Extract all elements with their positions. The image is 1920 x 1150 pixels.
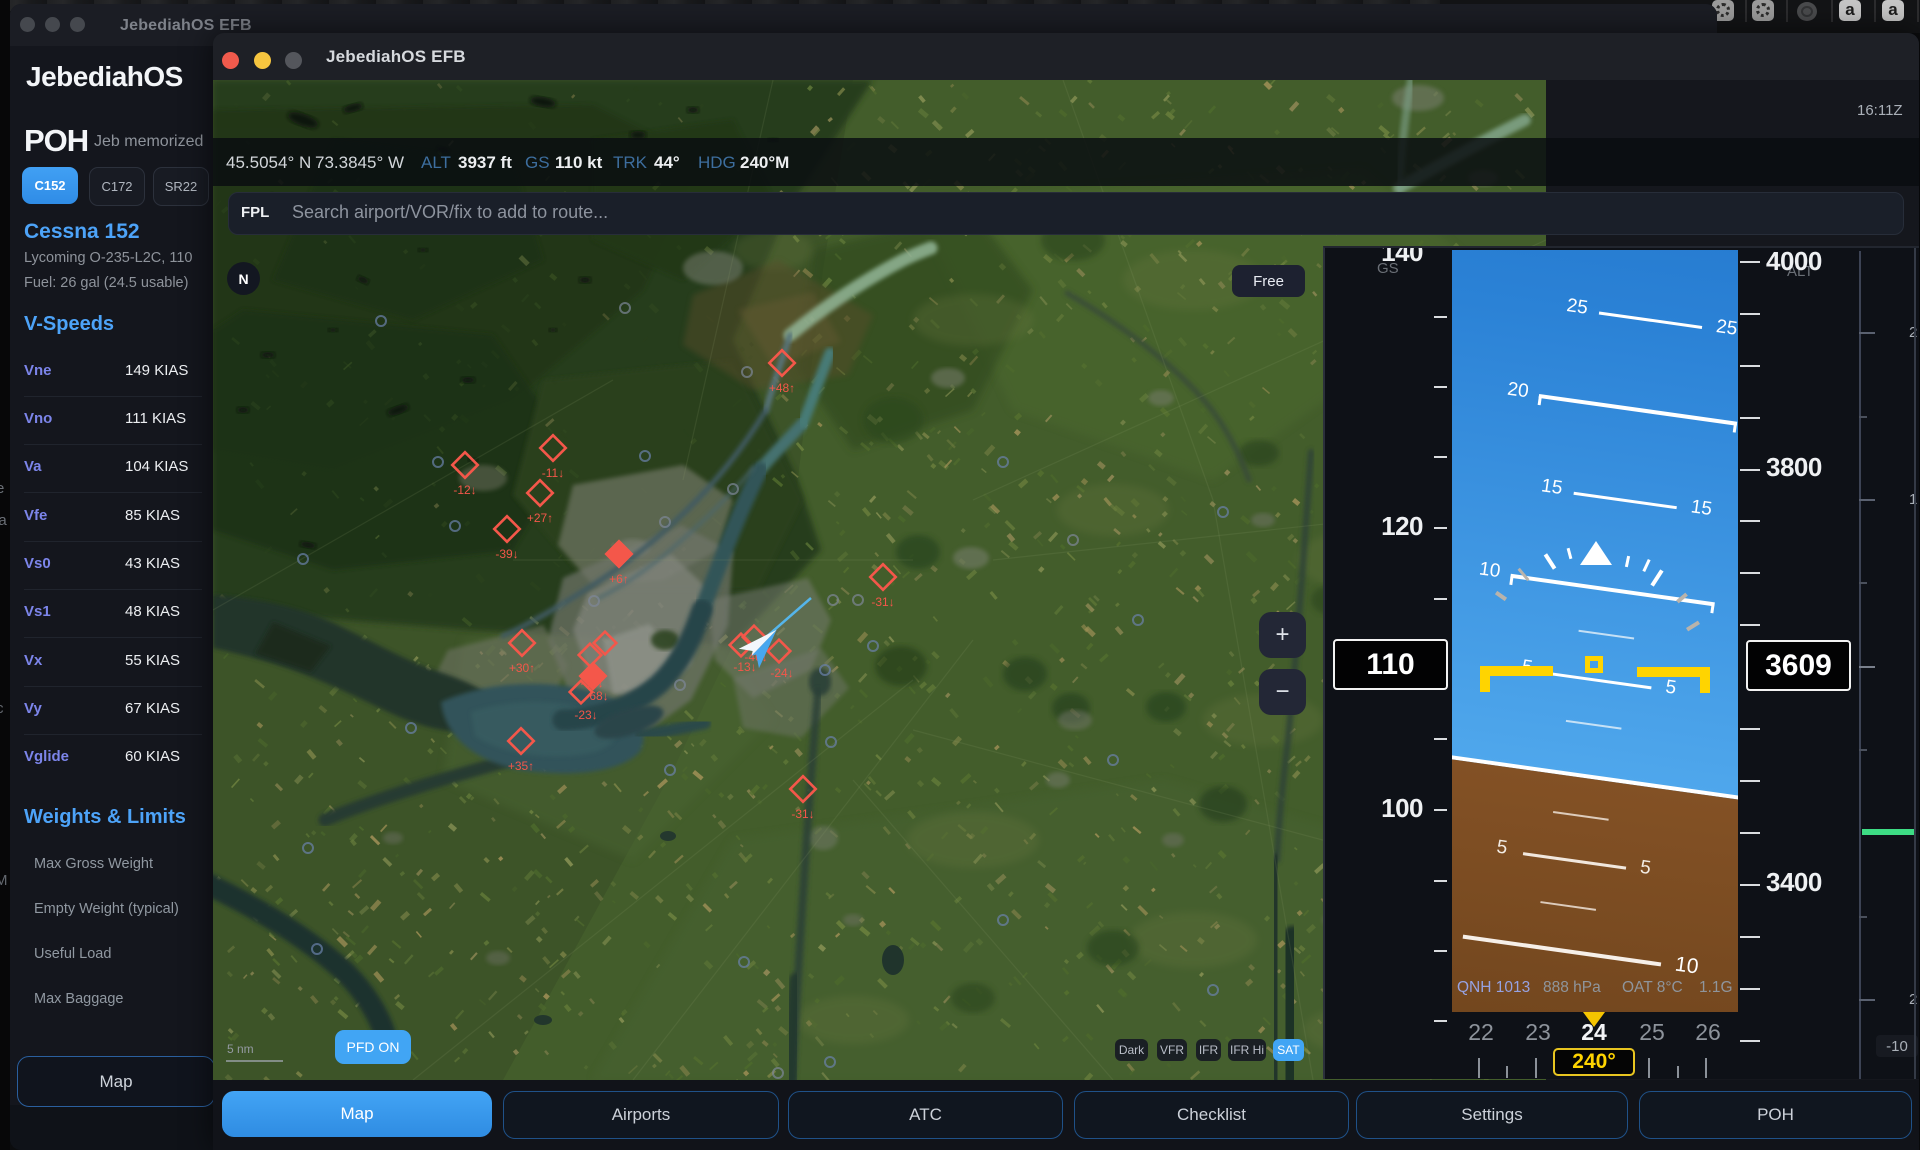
svg-text:-31↓: -31↓ bbox=[871, 595, 894, 609]
svg-text:+48↑: +48↑ bbox=[769, 381, 795, 395]
svg-text:-31↓: -31↓ bbox=[791, 807, 814, 821]
svg-text:-11↓: -11↓ bbox=[542, 466, 564, 480]
svg-text:-39↓: -39↓ bbox=[495, 547, 518, 561]
svg-text:+6↑: +6↑ bbox=[609, 572, 629, 586]
svg-text:+30↑: +30↑ bbox=[509, 661, 535, 675]
svg-text:-23↓: -23↓ bbox=[574, 708, 597, 722]
svg-text:-30↓: -30↓ bbox=[580, 676, 603, 690]
svg-text:-12↓: -12↓ bbox=[453, 483, 476, 497]
svg-text:+35↑: +35↑ bbox=[508, 759, 534, 773]
svg-text:-68↓: -68↓ bbox=[585, 689, 608, 703]
svg-text:-24↓: -24↓ bbox=[770, 666, 793, 680]
svg-text:+27↑: +27↑ bbox=[527, 511, 553, 525]
